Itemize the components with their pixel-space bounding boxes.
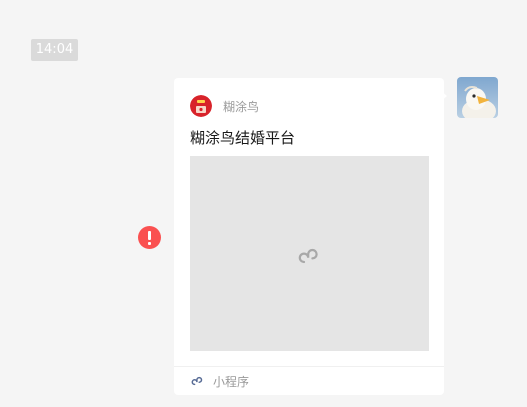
- app-logo-icon: [190, 95, 212, 117]
- card-title: 糊涂鸟结婚平台: [190, 129, 296, 147]
- card-divider: [174, 366, 444, 367]
- send-failed-badge[interactable]: [138, 226, 161, 249]
- mini-program-icon: [298, 248, 318, 264]
- card-footer: 小程序: [191, 371, 249, 391]
- card-header: 糊涂鸟: [190, 95, 259, 117]
- mini-program-card[interactable]: 糊涂鸟 糊涂鸟结婚平台 小程序: [174, 78, 444, 395]
- mini-program-label: 小程序: [213, 374, 250, 389]
- message-timestamp: 14:04: [31, 39, 78, 61]
- mini-program-icon: [191, 376, 203, 386]
- sender-avatar[interactable]: [457, 77, 498, 118]
- chat-screen: 14:04 糊涂鸟 糊涂鸟结婚平台 小程序: [0, 0, 527, 407]
- card-preview: [190, 156, 429, 351]
- bird-avatar-icon: [457, 77, 498, 118]
- app-name: 糊涂鸟: [223, 99, 260, 114]
